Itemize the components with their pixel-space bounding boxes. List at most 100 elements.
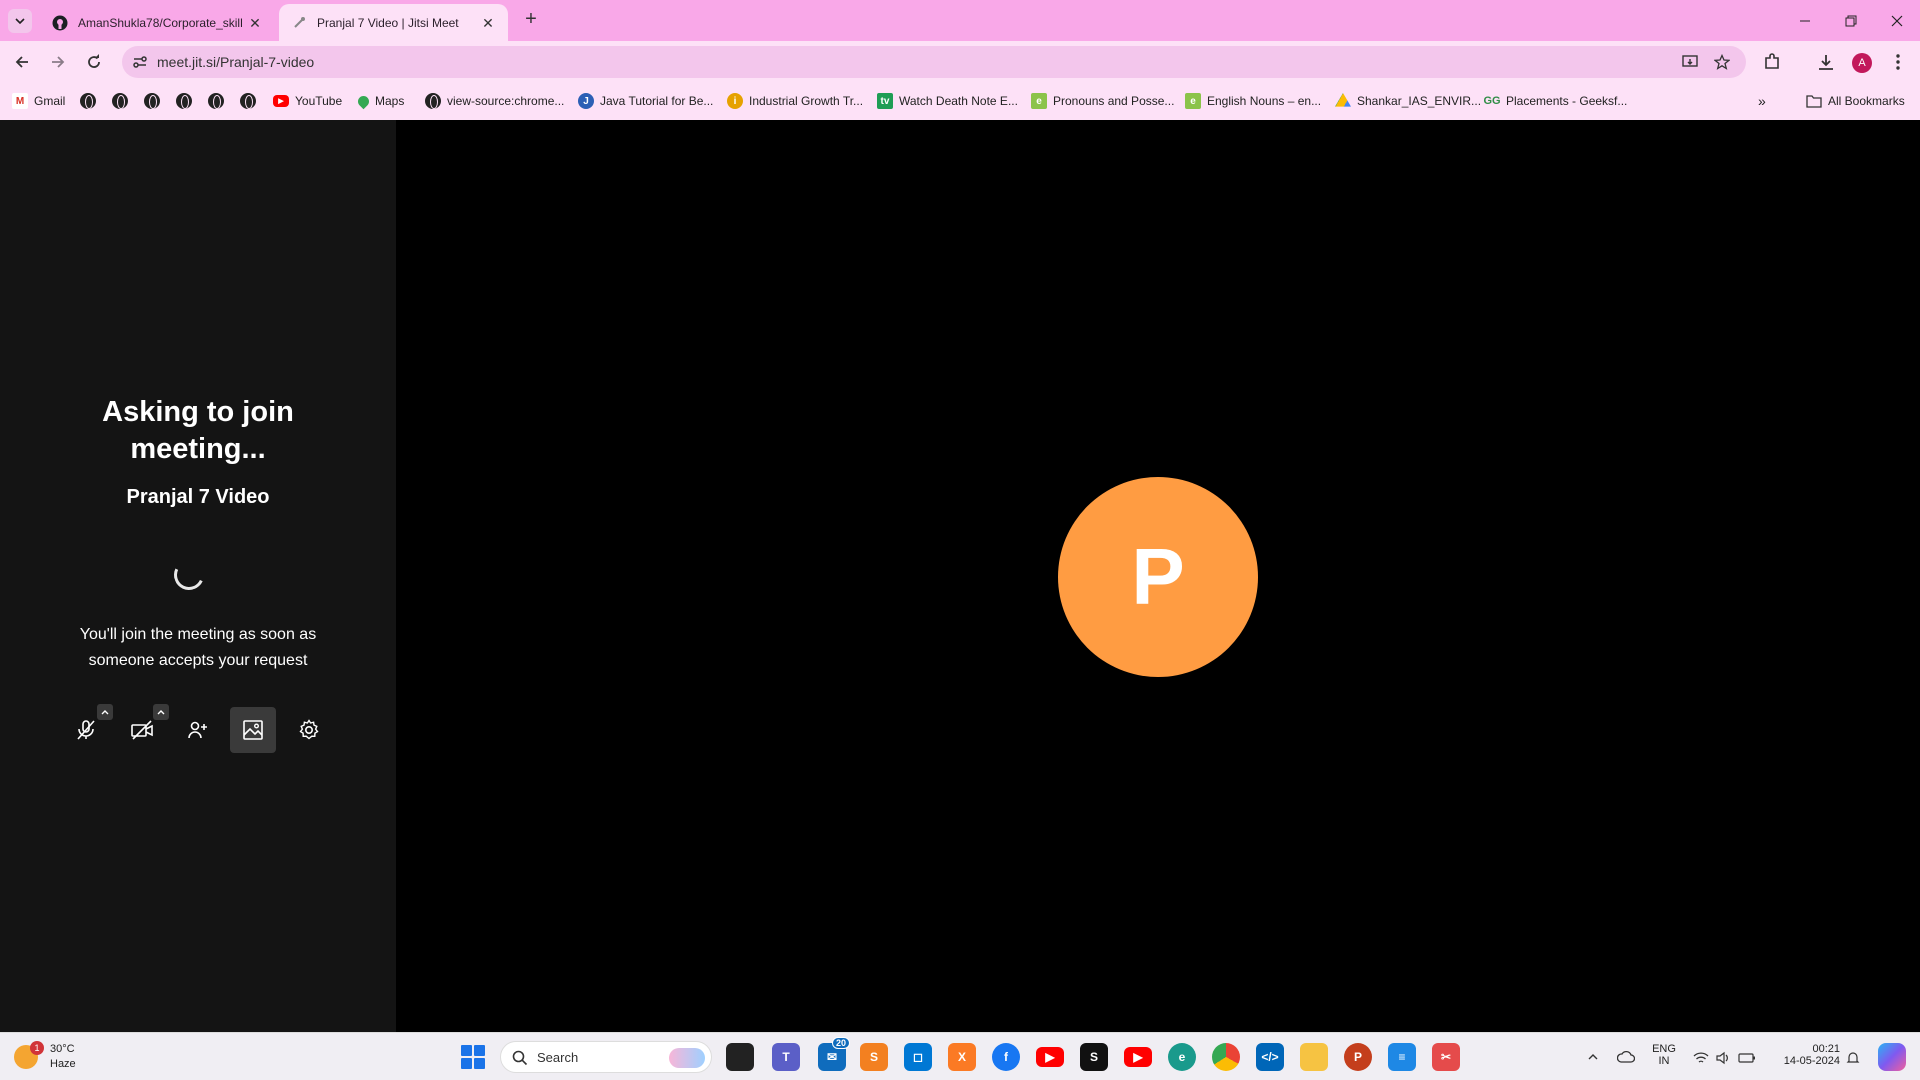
teams-icon[interactable]: T <box>772 1043 800 1071</box>
tab-jitsi[interactable]: Pranjal 7 Video | Jitsi Meet ✕ <box>279 4 508 41</box>
youtube-icon[interactable]: ▶ <box>1124 1047 1152 1067</box>
clock-time: 00:21 <box>1812 1043 1840 1055</box>
bookmark-label: Shankar_IAS_ENVIR... <box>1357 94 1482 108</box>
weather-badge: 1 <box>30 1041 44 1055</box>
tab-search-button[interactable] <box>8 9 32 33</box>
bookmark-shankar[interactable]: Shankar_IAS_ENVIR... <box>1335 92 1481 110</box>
reload-button[interactable] <box>80 48 108 76</box>
new-tab-button[interactable]: + <box>520 8 542 32</box>
bookmark-label: view-source:chrome... <box>447 94 565 108</box>
notification-bell-icon[interactable] <box>1846 1051 1860 1065</box>
windows-logo-pane <box>474 1058 485 1069</box>
bookmark-gmail[interactable]: M Gmail <box>12 92 65 110</box>
close-tab-icon[interactable]: ✕ <box>480 15 496 31</box>
sublime-text-icon[interactable]: S <box>860 1043 888 1071</box>
gfg-icon: GG <box>1483 95 1501 107</box>
bookmark-industrial[interactable]: i Industrial Growth Tr... <box>727 92 863 110</box>
folder-icon <box>1806 95 1822 108</box>
bookmark-geeksforgeeks[interactable]: GG Placements - Geeksf... <box>1483 92 1627 110</box>
bookmark-star-icon[interactable] <box>1714 54 1730 70</box>
bookmark-pronouns[interactable]: e Pronouns and Posse... <box>1031 92 1174 110</box>
bookmark-label: Java Tutorial for Be... <box>600 94 714 108</box>
participant-avatar: P <box>1058 477 1258 677</box>
globe-icon <box>80 93 96 109</box>
back-button[interactable] <box>8 48 36 76</box>
chrome-icon[interactable] <box>1212 1043 1240 1071</box>
store-icon[interactable]: ◻ <box>904 1043 932 1071</box>
camera-options-button[interactable] <box>153 704 169 720</box>
bookmark-label: YouTube <box>295 94 343 108</box>
bookmarks-bar: M Gmail ▶ YouTube Maps view-source:chrom… <box>0 83 1920 120</box>
language-indicator[interactable]: ENG IN <box>1652 1043 1676 1067</box>
start-button[interactable] <box>461 1045 485 1069</box>
bookmark-maps[interactable]: Maps <box>355 92 404 110</box>
minimize-button[interactable] <box>1782 0 1828 41</box>
sonyliv-icon[interactable]: S <box>1080 1043 1108 1071</box>
mail-icon[interactable]: ✉ 20 <box>818 1037 851 1071</box>
windows-logo-pane <box>461 1058 472 1069</box>
chevron-up-icon[interactable] <box>1587 1051 1599 1063</box>
image-background-icon <box>243 720 263 740</box>
volume-icon[interactable] <box>1715 1051 1731 1065</box>
globe-icon <box>112 93 128 109</box>
background-button[interactable] <box>230 707 276 753</box>
bookmark-label: Gmail <box>34 94 66 108</box>
bookmark-java[interactable]: J Java Tutorial for Be... <box>578 92 713 110</box>
install-app-icon[interactable] <box>1682 54 1698 70</box>
url-text[interactable]: meet.jit.si/Pranjal-7-video <box>157 54 314 70</box>
notepad-icon[interactable]: ≡ <box>1388 1043 1416 1071</box>
bookmark-label: Industrial Growth Tr... <box>749 94 864 108</box>
powerpoint-icon[interactable]: P <box>1344 1043 1372 1071</box>
microphone-options-button[interactable] <box>97 704 113 720</box>
file-explorer-icon[interactable] <box>1300 1043 1328 1071</box>
invite-button[interactable] <box>175 707 221 753</box>
all-bookmarks-button[interactable]: All Bookmarks <box>1806 92 1905 110</box>
chevron-up-icon <box>157 710 165 715</box>
youtube-icon[interactable]: ▶ <box>1036 1047 1064 1067</box>
facebook-icon[interactable]: f <box>992 1043 1020 1071</box>
battery-icon[interactable] <box>1738 1052 1756 1064</box>
downloads-button[interactable] <box>1816 52 1836 72</box>
kebab-menu-icon <box>1896 54 1900 70</box>
java-icon: J <box>578 93 594 109</box>
snipping-tool-icon[interactable]: ✂ <box>1432 1043 1460 1071</box>
wifi-icon[interactable] <box>1693 1051 1709 1065</box>
network-cloud-icon[interactable] <box>1617 1050 1635 1064</box>
forward-button[interactable] <box>44 48 72 76</box>
close-window-button[interactable] <box>1874 0 1920 41</box>
close-tab-icon[interactable]: ✕ <box>247 15 263 31</box>
bookmark-globe[interactable] <box>80 92 96 110</box>
task-view-icon[interactable] <box>726 1043 754 1071</box>
more-bookmarks-button[interactable]: » <box>1758 92 1766 110</box>
reload-icon <box>88 54 100 68</box>
site-info-icon[interactable] <box>132 54 148 70</box>
xampp-icon[interactable]: X <box>948 1043 976 1071</box>
weather-widget[interactable]: 1 30°C Haze <box>14 1041 76 1073</box>
globe-icon <box>176 93 192 109</box>
bookmark-globe[interactable] <box>208 92 224 110</box>
extensions-button[interactable] <box>1762 52 1782 72</box>
bookmark-globe[interactable] <box>144 92 160 110</box>
bookmark-globe[interactable] <box>240 92 256 110</box>
menu-button[interactable] <box>1888 52 1908 72</box>
bookmark-death-note[interactable]: tv Watch Death Note E... <box>877 92 1018 110</box>
bookmark-english-nouns[interactable]: e English Nouns – en... <box>1185 92 1321 110</box>
bookmark-globe[interactable] <box>112 92 128 110</box>
taskbar-search[interactable]: Search <box>500 1041 712 1073</box>
vscode-icon[interactable]: </> <box>1256 1043 1284 1071</box>
microphone-muted-icon <box>77 720 95 740</box>
clock[interactable]: 00:21 14-05-2024 <box>1770 1043 1840 1067</box>
bookmark-view-source[interactable]: view-source:chrome... <box>425 92 564 110</box>
lobby-panel: Asking to join meeting... Pranjal 7 Vide… <box>0 120 396 1032</box>
copilot-icon[interactable] <box>1878 1043 1906 1071</box>
profile-avatar[interactable]: A <box>1852 53 1872 73</box>
edge-icon[interactable]: e <box>1168 1043 1196 1071</box>
settings-button[interactable] <box>286 707 332 753</box>
address-bar[interactable]: meet.jit.si/Pranjal-7-video <box>122 46 1746 78</box>
tab-github[interactable]: AmanShukla78/Corporate_skill ✕ <box>40 4 275 41</box>
bookmark-youtube[interactable]: ▶ YouTube <box>273 92 342 110</box>
bookmark-globe[interactable] <box>176 92 192 110</box>
tab-title: AmanShukla78/Corporate_skill <box>78 15 243 30</box>
chevron-up-icon <box>101 710 109 715</box>
restore-button[interactable] <box>1828 0 1874 41</box>
